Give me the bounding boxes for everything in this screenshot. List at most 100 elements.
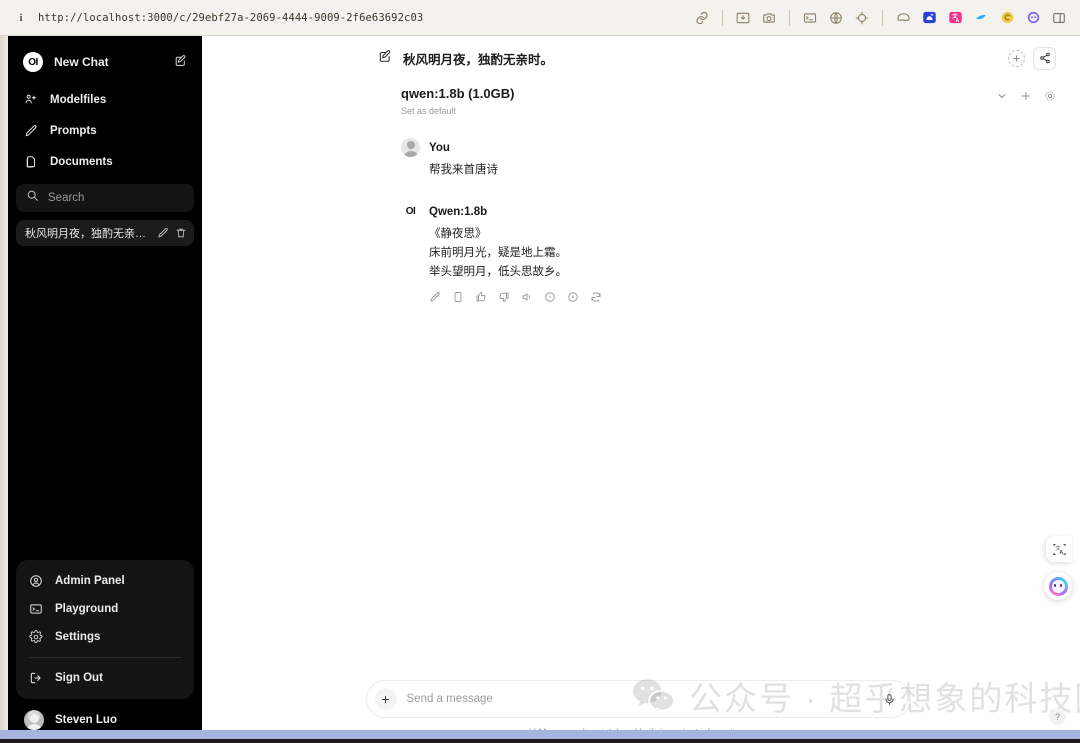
sign-out-icon: [28, 671, 44, 685]
message-header: OI Qwen:1.8b: [401, 202, 1056, 221]
translate-float-button[interactable]: 文 A: [1046, 536, 1072, 562]
chat-delete-icon[interactable]: [175, 227, 187, 239]
model-settings-gear-icon[interactable]: [1044, 89, 1056, 107]
info-icon[interactable]: [544, 291, 556, 303]
download-image-icon[interactable]: [732, 7, 754, 29]
sidebar-item-label: Modelfiles: [50, 93, 107, 106]
chat-edit-icon[interactable]: [378, 49, 392, 68]
chat-header-actions: [1008, 46, 1056, 70]
message-author: You: [429, 141, 450, 154]
menu-divider: [29, 657, 181, 658]
edit-icon[interactable]: [429, 291, 441, 303]
purple-face-icon[interactable]: [1022, 7, 1044, 29]
share-button[interactable]: [1033, 46, 1056, 70]
yellow-circle-icon[interactable]: [996, 7, 1018, 29]
window-bottom-edge: [0, 739, 1080, 743]
sidebar-account-menu: Admin Panel Playground Settings Sign Out: [16, 560, 194, 699]
browser-toolbar: 文A: [689, 7, 1080, 29]
model-name[interactable]: qwen:1.8b (1.0GB): [401, 86, 514, 101]
svg-text:A: A: [955, 18, 959, 24]
link-icon[interactable]: [691, 7, 713, 29]
models-icon: [23, 93, 39, 107]
sidebar-item-playground[interactable]: Playground: [20, 595, 190, 623]
chevron-down-icon[interactable]: [996, 89, 1008, 107]
sidebar-item-settings[interactable]: Settings: [20, 623, 190, 651]
svg-text:A: A: [1059, 549, 1063, 555]
message-line: 床前明月光，疑是地上霜。: [429, 247, 567, 259]
globe-icon[interactable]: [825, 7, 847, 29]
gear-icon: [28, 630, 44, 644]
message-body: 《静夜思》 床前明月光，疑是地上霜。 举头望明月，低头思故乡。: [401, 225, 1056, 303]
ai-assistant-float-button[interactable]: [1044, 572, 1072, 600]
sidebar-item-admin-panel[interactable]: Admin Panel: [20, 567, 190, 595]
regenerate-icon[interactable]: [590, 291, 602, 303]
ghost-extension-icon[interactable]: [892, 7, 914, 29]
sidebar-item-prompts[interactable]: Prompts: [15, 115, 195, 146]
toolbar-divider: [789, 9, 790, 26]
add-model-icon[interactable]: [1020, 89, 1032, 107]
browser-chrome: i http://localhost:3000/c/29ebf27a-2069-…: [0, 0, 1080, 36]
chat-list-item[interactable]: 秋风明月夜，独酌无亲时。: [16, 220, 194, 246]
sidebar-item-modelfiles[interactable]: Modelfiles: [15, 84, 195, 115]
message-line: 《静夜思》: [429, 228, 487, 240]
toolbar-divider: [882, 9, 883, 26]
new-chat-label: New Chat: [54, 55, 109, 69]
open-webui-logo-icon: OI: [23, 52, 43, 72]
avatar: [24, 710, 44, 730]
attach-plus-button[interactable]: +: [374, 688, 397, 710]
sidebar-item-label: Admin Panel: [55, 575, 125, 587]
logo-text: OI: [28, 56, 38, 68]
documents-icon: [23, 155, 39, 169]
address-bar[interactable]: i http://localhost:3000/c/29ebf27a-2069-…: [0, 11, 689, 25]
sidebar: OI New Chat Modelfiles Prompts Documents: [8, 36, 202, 743]
copy-icon[interactable]: [452, 291, 464, 303]
message-actions: [429, 291, 1056, 303]
new-chat-edit-icon[interactable]: [174, 54, 187, 70]
blue-bird-icon[interactable]: [970, 7, 992, 29]
microphone-icon[interactable]: [880, 689, 900, 709]
sidebar-item-label: Documents: [50, 155, 113, 168]
message-line: 帮我来首唐诗: [429, 164, 498, 176]
user-circle-icon: [28, 574, 44, 588]
message-author: Qwen:1.8b: [429, 205, 488, 218]
chat-rename-icon[interactable]: [157, 227, 169, 239]
window-left-edge: [0, 36, 8, 743]
search-input[interactable]: [48, 192, 184, 204]
pink-translate-icon[interactable]: 文A: [944, 7, 966, 29]
message-line: 举头望明月，低头思故乡。: [429, 266, 567, 278]
url-text: http://localhost:3000/c/29ebf27a-2069-44…: [38, 11, 424, 24]
set-as-default-link[interactable]: Set as default: [401, 106, 514, 116]
add-tag-button[interactable]: [1008, 49, 1025, 67]
toolbar-divider: [722, 9, 723, 26]
sidebar-item-documents[interactable]: Documents: [15, 146, 195, 177]
message-list: You 帮我来首唐诗 OI Qwen:1.8b 《静夜思》 床前明月光，疑是地上…: [202, 116, 1074, 680]
screenshot-camera-icon[interactable]: [758, 7, 780, 29]
user-name: Steven Luo: [55, 714, 117, 726]
site-info-icon[interactable]: i: [14, 11, 28, 25]
page-title: 秋风明月夜，独酌无亲时。: [403, 52, 554, 67]
main-content: 秋风明月夜，独酌无亲时。 qwen:1.8b (1.0GB) Set as de…: [202, 36, 1074, 743]
sidebar-panel-icon[interactable]: [1048, 7, 1070, 29]
sidebar-item-label: Settings: [55, 631, 101, 643]
play-circle-icon[interactable]: [567, 291, 579, 303]
help-button[interactable]: ?: [1049, 708, 1066, 725]
speaker-icon[interactable]: [521, 291, 533, 303]
model-info: qwen:1.8b (1.0GB) Set as default: [401, 86, 514, 116]
target-crosshair-icon[interactable]: [851, 7, 873, 29]
message-input[interactable]: [406, 693, 870, 705]
model-actions: [996, 86, 1056, 107]
open-webui-logo-icon: OI: [405, 206, 416, 217]
avatar: [401, 138, 420, 157]
chat-item-title: 秋风明月夜，独酌无亲时。: [25, 228, 151, 240]
model-selector-bar: qwen:1.8b (1.0GB) Set as default: [202, 76, 1074, 116]
sign-out-button[interactable]: Sign Out: [20, 664, 190, 692]
thumbs-up-icon[interactable]: [475, 291, 487, 303]
search-box[interactable]: [16, 184, 194, 212]
thumbs-down-icon[interactable]: [498, 291, 510, 303]
chat-header: 秋风明月夜，独酌无亲时。: [202, 40, 1074, 76]
window-terminal-icon[interactable]: [799, 7, 821, 29]
blue-app-icon[interactable]: [918, 7, 940, 29]
message-composer[interactable]: +: [365, 680, 911, 718]
new-chat-button[interactable]: OI New Chat: [15, 44, 195, 80]
